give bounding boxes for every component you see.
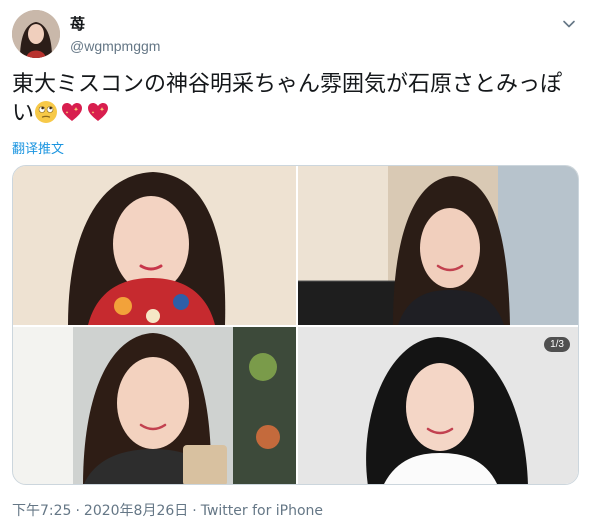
avatar-image: [12, 10, 60, 58]
emoji-row: [34, 101, 112, 126]
translate-tweet-link[interactable]: 翻译推文: [12, 138, 64, 157]
display-name[interactable]: 苺: [70, 14, 160, 34]
photo-4-image: [298, 327, 578, 484]
tweet-source[interactable]: Twitter for iPhone: [201, 503, 323, 519]
tweet-header: 苺 @wgmpmggm: [12, 10, 581, 60]
media-count-badge: 1/3: [544, 337, 570, 352]
photo-3[interactable]: [13, 327, 296, 484]
meta-separator: ·: [75, 503, 80, 519]
photo-1-image: [13, 166, 296, 325]
tweet-date[interactable]: 2020年8月26日: [84, 503, 188, 519]
photo-4[interactable]: 1/3: [298, 327, 578, 484]
photo-3-image: [13, 327, 296, 484]
sparkling-heart-icon: [88, 103, 109, 121]
face-with-rolling-eyes-icon: [35, 101, 58, 123]
tweet-time[interactable]: 下午7:25: [12, 503, 71, 519]
sparkling-heart-icon: [62, 103, 83, 121]
chevron-down-icon[interactable]: [561, 16, 577, 32]
tweet-metadata: 下午7:25 · 2020年8月26日 · Twitter for iPhone: [12, 500, 323, 520]
media-grid: 1/3: [12, 165, 579, 485]
photo-2-image: [298, 166, 578, 325]
tweet-text: 東大ミスコンの神谷明采ちゃん雰囲気が石原さとみっぽい: [12, 70, 572, 128]
user-names: 苺 @wgmpmggm: [70, 14, 160, 56]
user-handle[interactable]: @wgmpmggm: [70, 36, 160, 56]
photo-2[interactable]: [298, 166, 578, 325]
photo-1[interactable]: [13, 166, 296, 325]
meta-separator: ·: [192, 503, 197, 519]
tweet-card: 苺 @wgmpmggm 東大ミスコンの神谷明采ちゃん雰囲気が石原さとみっぽい 翻…: [0, 0, 593, 525]
avatar[interactable]: [12, 10, 60, 58]
